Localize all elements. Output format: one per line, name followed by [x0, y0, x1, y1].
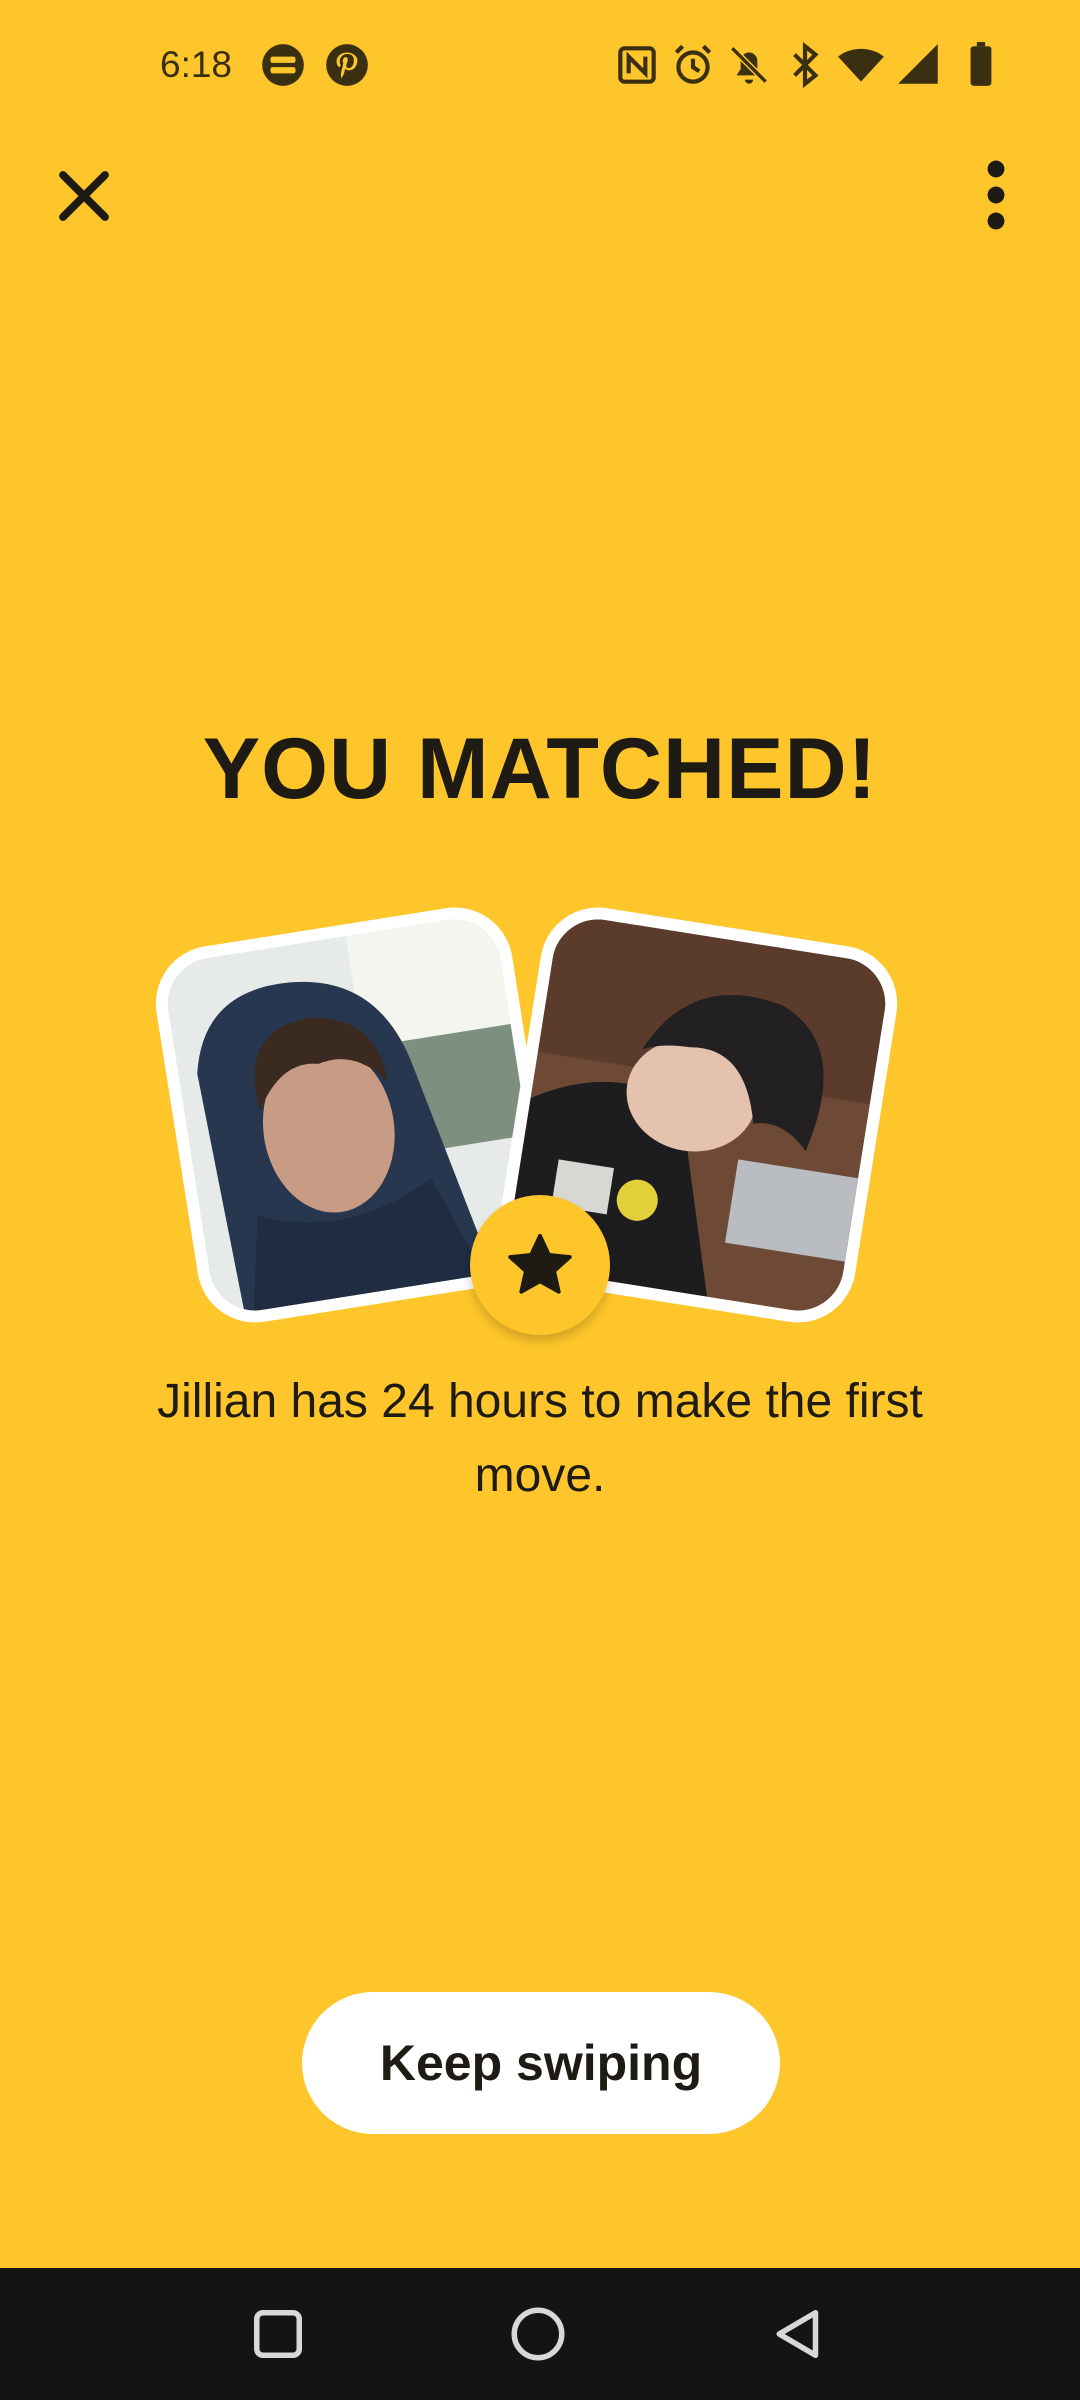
circle-icon	[511, 2307, 565, 2361]
bluetooth-icon	[780, 40, 830, 90]
more-vertical-icon	[987, 160, 1005, 230]
more-options-button[interactable]	[970, 155, 1022, 235]
pinterest-icon	[322, 40, 372, 90]
status-bar: 6:18	[0, 0, 1080, 140]
close-button[interactable]	[48, 160, 120, 232]
recents-button[interactable]	[248, 2304, 308, 2364]
battery-icon	[956, 40, 1006, 90]
star-icon	[508, 1233, 572, 1294]
trello-icon	[258, 40, 308, 90]
triangle-back-icon	[776, 2310, 819, 2358]
home-button[interactable]	[508, 2304, 568, 2364]
keep-swiping-button[interactable]: Keep swiping	[302, 1992, 780, 2134]
match-title: YOU MATCHED!	[202, 721, 878, 817]
notifications-off-icon	[724, 40, 774, 90]
navigation-bar	[0, 2268, 1080, 2400]
square-icon	[254, 2310, 302, 2358]
status-time: 6:18	[160, 44, 233, 85]
wifi-icon	[836, 40, 886, 90]
close-icon	[59, 171, 109, 221]
nfc-icon	[612, 40, 662, 90]
signal-icon	[894, 40, 944, 90]
match-star-badge	[470, 1195, 610, 1335]
back-button[interactable]	[768, 2304, 828, 2364]
match-message: Jillian has 24 hours to make the first m…	[157, 1375, 923, 1502]
alarm-icon	[668, 40, 718, 90]
